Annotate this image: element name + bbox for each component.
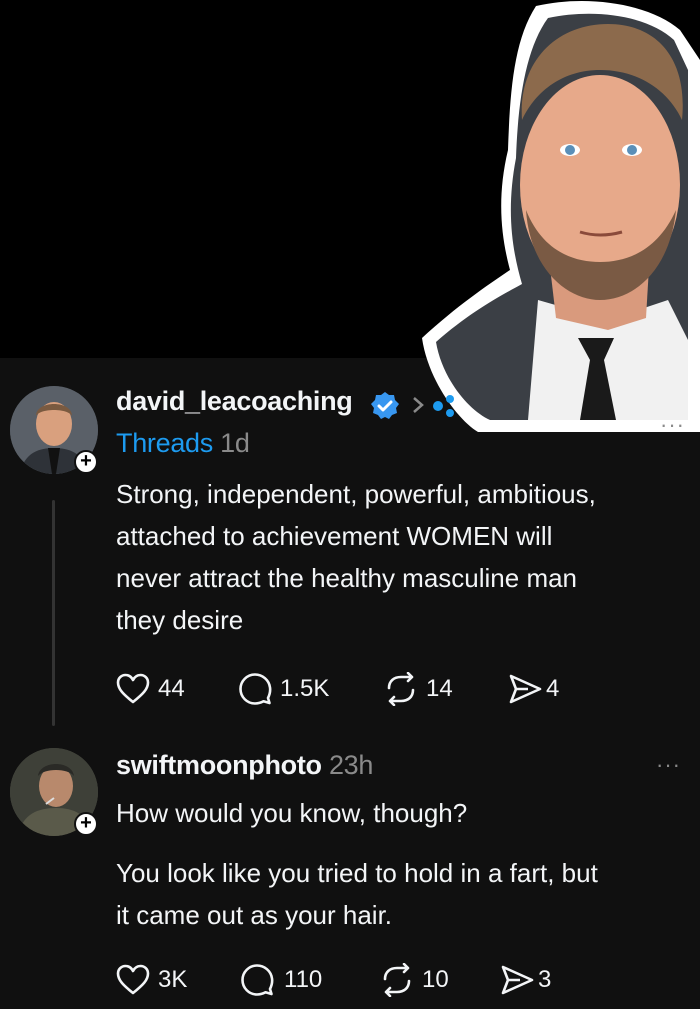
repost-button[interactable]: 14 (382, 672, 508, 706)
post-text-line: Strong, independent, powerful, ambitious… (116, 479, 596, 509)
repost-icon (387, 672, 415, 706)
post-time: 1d (220, 428, 250, 458)
threads-dots-icon (433, 395, 454, 417)
reply-button[interactable]: 110 (240, 963, 378, 997)
comment-icon (241, 964, 274, 996)
share-icon (501, 965, 534, 995)
post-text-line: it came out as your hair. (116, 900, 393, 930)
like-button[interactable]: 3K (116, 964, 240, 996)
share-button[interactable]: 4 (508, 673, 559, 705)
share-button[interactable]: 3 (500, 964, 551, 996)
reply-button[interactable]: 1.5K (238, 672, 382, 706)
more-icon[interactable]: ··· (660, 412, 685, 438)
post-actions: 44 1.5K 14 4 (116, 672, 559, 706)
chevron-right-icon (413, 397, 424, 413)
heart-icon (116, 673, 150, 704)
portrait-sticker (422, 0, 700, 432)
post-username[interactable]: swiftmoonphoto 23h (116, 750, 373, 781)
post-text-line: never attract the healthy masculine man (116, 563, 578, 593)
verified-icon (371, 392, 399, 419)
heart-icon (116, 964, 150, 995)
post-text-line: How would you know, though? (116, 798, 468, 828)
comment-icon (239, 673, 272, 705)
more-icon[interactable]: ··· (656, 752, 681, 778)
post-text-line: attached to achievement WOMEN will (116, 521, 553, 551)
thread-connector (52, 500, 55, 726)
repost-button[interactable]: 10 (378, 963, 500, 997)
post-time: 23h (328, 750, 374, 780)
post-text-line: You look like you tried to hold in a far… (116, 858, 598, 888)
share-icon (509, 674, 542, 704)
plus-icon[interactable]: + (74, 812, 98, 836)
crosspost-label[interactable]: Threads 1d (116, 428, 250, 459)
post-username[interactable]: david_leacoaching (116, 386, 353, 417)
plus-icon[interactable]: + (74, 450, 98, 474)
repost-icon (383, 963, 411, 997)
like-button[interactable]: 44 (116, 673, 238, 705)
post-actions: 3K 110 10 3 (116, 963, 551, 997)
post-text-line: they desire (116, 605, 244, 635)
